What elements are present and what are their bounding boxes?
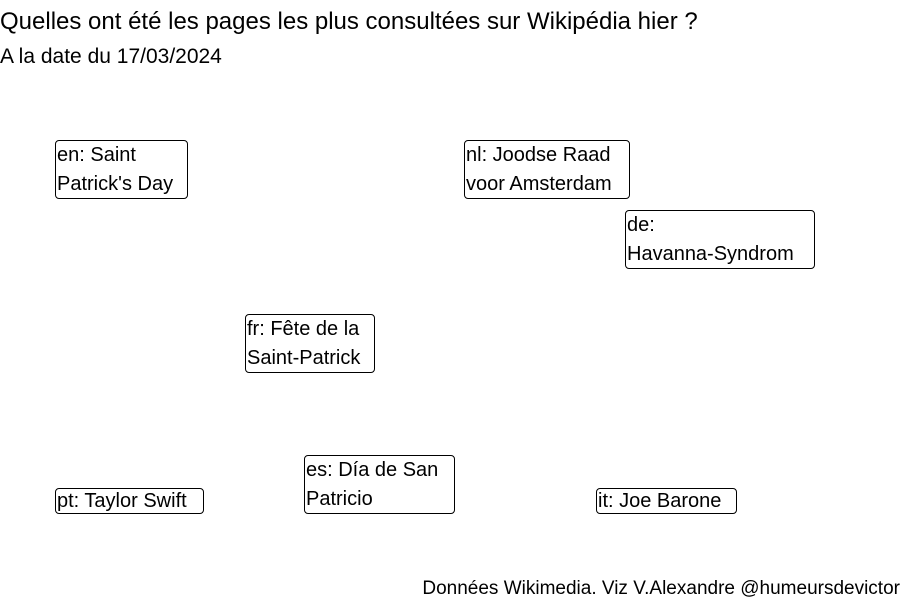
article-label-line: es: Día de San — [306, 459, 439, 481]
article-label-en: en: Saint Patrick's Day — [55, 140, 188, 199]
article-label-fr: fr: Fête de la Saint-Patrick — [245, 314, 375, 373]
article-label-es: es: Día de San Patricio — [304, 455, 455, 514]
article-label-line: it: Joe Barone — [598, 490, 722, 512]
article-label-line: nl: Joodse Raad — [466, 144, 611, 166]
article-label-nl: nl: Joodse Raad voor Amsterdam — [464, 140, 630, 199]
article-label-line: voor Amsterdam — [466, 172, 612, 195]
chart-caption: Données Wikimedia. Viz V.Alexandre @hume… — [422, 578, 900, 599]
article-label-line: Havanna-Syndrom — [627, 242, 794, 265]
article-label-line: Patricio — [306, 487, 373, 510]
article-label-it: it: Joe Barone — [596, 488, 737, 514]
article-label-de: de: Havanna-Syndrom — [625, 210, 815, 269]
article-label-line: Patrick's Day — [57, 172, 174, 195]
chart-title: Quelles ont été les pages les plus consu… — [0, 8, 698, 35]
article-label-pt: pt: Taylor Swift — [55, 488, 204, 514]
article-label-line: fr: Fête de la — [247, 318, 360, 340]
article-label-line: pt: Taylor Swift — [57, 490, 187, 512]
article-label-line: en: Saint — [57, 144, 136, 166]
article-label-line: Saint-Patrick — [247, 346, 361, 369]
chart-subtitle: A la date du 17/03/2024 — [0, 45, 222, 68]
article-label-line: de: — [627, 214, 655, 236]
